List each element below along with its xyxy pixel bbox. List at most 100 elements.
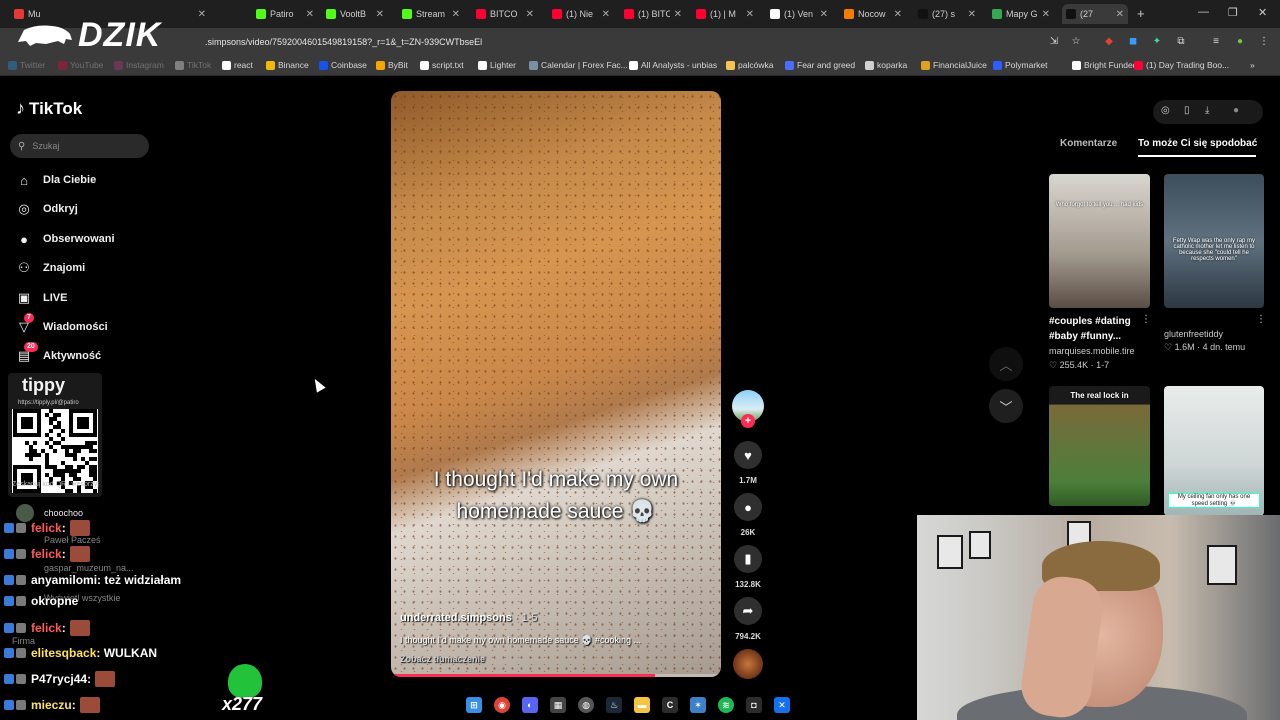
bookmark-item[interactable]: Fear and greed bbox=[785, 60, 855, 70]
minimize-icon[interactable]: — bbox=[1198, 6, 1209, 18]
author-name[interactable]: underrated.simpsons bbox=[400, 612, 512, 624]
browser-tab[interactable]: BITCO ✕ bbox=[472, 4, 538, 24]
bookmark-item[interactable]: Instagram bbox=[114, 60, 164, 70]
windows-start-icon[interactable]: ⊞ bbox=[466, 697, 482, 713]
follow-plus-icon[interactable]: + bbox=[741, 414, 755, 428]
bookmark-item[interactable]: TikTok bbox=[175, 60, 211, 70]
browser-tab[interactable]: Stream ✕ bbox=[398, 4, 464, 24]
browser-tab[interactable]: (1) Ven ✕ bbox=[766, 4, 832, 24]
extension-icon[interactable]: ◆ bbox=[1103, 36, 1115, 48]
sidebar-item-obserwowani[interactable]: ● Obserwowani bbox=[15, 228, 114, 250]
bookmark-item[interactable]: All Analysts - unbias bbox=[629, 60, 717, 70]
profile-avatar-icon[interactable]: ● bbox=[1233, 105, 1239, 116]
sidebar-item-dla-ciebie[interactable]: ⌂ Dla Ciebie bbox=[15, 169, 96, 191]
menu-kebab-icon[interactable]: ⋮ bbox=[1258, 36, 1270, 48]
app-icon[interactable]: ✶ bbox=[690, 697, 706, 713]
search-input[interactable] bbox=[32, 141, 133, 151]
like-button[interactable]: ♥ bbox=[734, 441, 762, 469]
bookmark-item[interactable]: YouTube bbox=[58, 60, 103, 70]
close-tab-icon[interactable]: ✕ bbox=[964, 9, 976, 20]
sidebar-item-wiadomo-ci[interactable]: ▽ 7 Wiadomości bbox=[15, 313, 108, 338]
close-tab-icon[interactable]: ✕ bbox=[194, 9, 206, 20]
install-app-icon[interactable]: ⇲ bbox=[1048, 36, 1060, 48]
browser-tab[interactable]: (1) BITC ✕ bbox=[620, 4, 686, 24]
bookmark-item[interactable]: Lighter bbox=[478, 60, 516, 70]
bookmark-item[interactable]: (1) Day Trading Boo... bbox=[1134, 60, 1229, 70]
bookmark-item[interactable]: Bright Funded bbox=[1072, 60, 1137, 70]
close-tab-icon[interactable]: ✕ bbox=[522, 9, 534, 20]
video-player[interactable]: I thought I'd make my own homemade sauce… bbox=[391, 91, 721, 677]
download-icon[interactable]: ⤓ bbox=[1205, 105, 1209, 116]
close-tab-icon[interactable]: ✕ bbox=[670, 9, 682, 20]
tab-comments[interactable]: Komentarze bbox=[1060, 138, 1117, 149]
sidebar-item-znajomi[interactable]: ⚇ Znajomi bbox=[15, 257, 85, 279]
recommended-video-thumb[interactable]: My ceiling fan only has one speed settin… bbox=[1164, 386, 1264, 516]
browser-tab[interactable]: (27 ✕ bbox=[1062, 4, 1128, 24]
close-tab-icon[interactable]: ✕ bbox=[448, 9, 460, 20]
bookmark-item[interactable]: Twitter bbox=[8, 60, 45, 70]
browser-tab[interactable]: (1) Nie ✕ bbox=[548, 4, 614, 24]
compass-icon[interactable]: ◎ bbox=[1161, 105, 1170, 116]
sidebar-item-odkryj[interactable]: ◎ Odkryj bbox=[15, 198, 78, 220]
browser-tab[interactable]: Mapy G ✕ bbox=[988, 4, 1054, 24]
discord-icon[interactable]: ◐ bbox=[522, 697, 538, 713]
sidebar-item-live[interactable]: ▣ LIVE bbox=[15, 287, 68, 309]
bookmark-item[interactable]: script.txt bbox=[420, 60, 464, 70]
extension-icon[interactable]: ◼ bbox=[1127, 36, 1139, 48]
browser-tab[interactable]: VooltB ✕ bbox=[322, 4, 388, 24]
app-icon[interactable]: ✕ bbox=[774, 697, 790, 713]
close-window-icon[interactable]: ✕ bbox=[1258, 6, 1267, 19]
bookmark-item[interactable]: Polymarket bbox=[993, 60, 1048, 70]
recommended-video-thumb[interactable]: Fetty Wap was the only rap my catholic m… bbox=[1164, 174, 1264, 308]
bookmark-item[interactable]: FinancialJuice bbox=[921, 60, 987, 70]
close-tab-icon[interactable]: ✕ bbox=[302, 9, 314, 20]
profile-avatar-icon[interactable]: ● bbox=[1234, 36, 1246, 48]
maximize-icon[interactable]: ❐ bbox=[1228, 6, 1238, 19]
file-explorer-icon[interactable]: ▬ bbox=[634, 697, 650, 713]
bookmark-item[interactable]: react bbox=[222, 60, 253, 70]
bookmark-star-icon[interactable]: ☆ bbox=[1070, 36, 1082, 48]
search-bar[interactable]: ⚲ bbox=[10, 134, 149, 158]
more-options-icon[interactable]: ⋮ bbox=[1256, 314, 1266, 325]
bookmark-item[interactable]: koparka bbox=[865, 60, 907, 70]
sidebar-item-aktywno-[interactable]: ▤ 20 Aktywność bbox=[15, 342, 101, 367]
recommended-video-user[interactable]: glutenfreetiddy bbox=[1164, 329, 1223, 339]
comment-button[interactable]: ● bbox=[734, 493, 762, 521]
bookmark-item[interactable]: palcówka bbox=[726, 60, 773, 70]
browser-tab[interactable]: Patiro ✕ bbox=[252, 4, 318, 24]
close-tab-icon[interactable]: ✕ bbox=[1112, 9, 1124, 20]
save-button[interactable]: ▮ bbox=[734, 545, 762, 573]
bookmark-item[interactable]: ByBit bbox=[376, 60, 408, 70]
chrome-icon[interactable]: ◉ bbox=[494, 697, 510, 713]
app-icon[interactable]: ◍ bbox=[578, 697, 594, 713]
browser-tab[interactable]: Nocow ✕ bbox=[840, 4, 906, 24]
video-progress-bar[interactable] bbox=[391, 674, 721, 677]
recommended-video-caption[interactable]: #couples #dating #baby #funny... bbox=[1049, 314, 1141, 344]
video-author[interactable]: underrated.simpsons · 1-5 bbox=[400, 612, 538, 624]
url-field[interactable]: .simpsons/video/7592004601549819158?_r=1… bbox=[205, 37, 482, 47]
bookmarks-overflow-icon[interactable]: » bbox=[1250, 60, 1255, 70]
tab-recommended[interactable]: To może Ci się spodobać bbox=[1138, 138, 1257, 149]
steam-icon[interactable]: ♨ bbox=[606, 697, 622, 713]
previous-video-button[interactable]: ︿ bbox=[989, 347, 1023, 381]
extensions-puzzle-icon[interactable]: ⧉ bbox=[1175, 36, 1187, 48]
see-translation-link[interactable]: Zobacz tłumaczenie bbox=[400, 654, 485, 664]
tab-search-icon[interactable]: ≡ bbox=[1210, 36, 1222, 48]
spotify-icon[interactable]: ≋ bbox=[718, 697, 734, 713]
recommended-video-thumb[interactable]: The real lock in bbox=[1049, 386, 1150, 506]
music-disc-icon[interactable] bbox=[733, 649, 763, 679]
close-tab-icon[interactable]: ✕ bbox=[816, 9, 828, 20]
bookmark-item[interactable]: Coinbase bbox=[319, 60, 367, 70]
close-tab-icon[interactable]: ✕ bbox=[742, 9, 754, 20]
close-tab-icon[interactable]: ✕ bbox=[598, 9, 610, 20]
bookmark-item[interactable]: Binance bbox=[266, 60, 309, 70]
video-description[interactable]: I thought I'd make my own homemade sauce… bbox=[400, 635, 641, 646]
app-icon[interactable]: ▦ bbox=[550, 697, 566, 713]
tiktok-logo[interactable]: ♪ TikTok bbox=[16, 98, 82, 119]
more-options-icon[interactable]: ⋮ bbox=[1141, 314, 1151, 325]
phone-icon[interactable]: ▯ bbox=[1184, 105, 1190, 116]
bookmark-item[interactable]: Calendar | Forex Fac... bbox=[529, 60, 628, 70]
app-icon[interactable]: C bbox=[662, 697, 678, 713]
close-tab-icon[interactable]: ✕ bbox=[372, 9, 384, 20]
browser-tab[interactable]: (1) | M ✕ bbox=[692, 4, 758, 24]
